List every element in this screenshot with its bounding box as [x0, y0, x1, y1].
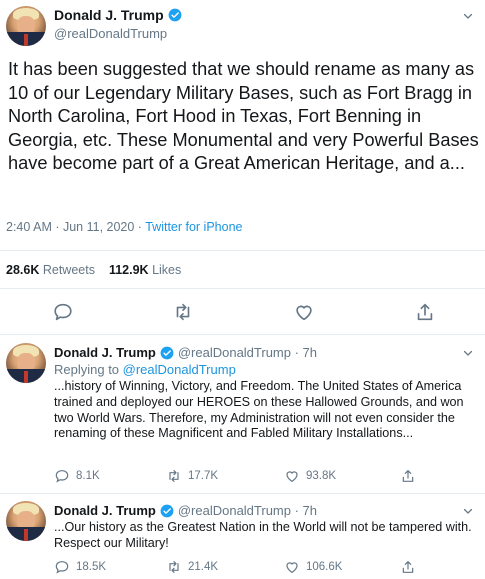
like-icon[interactable] [293, 301, 315, 323]
reply-actions: 8.1K 17.7K 93.8K [54, 468, 474, 486]
like-count: 106.6K [306, 561, 343, 573]
verified-badge-icon [160, 504, 174, 517]
reply-button[interactable]: 8.1K [54, 468, 100, 484]
divider [0, 250, 485, 251]
author-handle[interactable]: @realDonaldTrump · 7h [178, 345, 317, 360]
reply-icon [55, 470, 69, 483]
verified-badge-icon [160, 346, 174, 359]
chevron-down-icon[interactable] [462, 10, 474, 22]
author-name[interactable]: Donald J. Trump [54, 7, 164, 23]
replying-to-handle[interactable]: @realDonaldTrump [123, 362, 236, 377]
share-button[interactable] [400, 468, 416, 484]
like-icon [286, 562, 298, 574]
likes-stat[interactable]: 112.9K Likes [109, 263, 181, 277]
like-button[interactable]: 93.8K [284, 468, 336, 484]
retweet-icon [169, 561, 179, 573]
tweet-text: It has been suggested that we should ren… [8, 59, 479, 174]
share-button[interactable] [400, 559, 416, 575]
tweet-meta: 2:40 AM · Jun 11, 2020 · Twitter for iPh… [6, 220, 242, 234]
retweet-icon[interactable] [172, 301, 194, 323]
verified-badge-icon [168, 8, 182, 22]
reply-icon[interactable] [52, 301, 74, 323]
reply-icon [55, 561, 69, 574]
tweet-timestamp[interactable]: 2:40 AM · Jun 11, 2020 · [6, 220, 145, 234]
retweet-button[interactable]: 17.7K [166, 468, 218, 484]
divider [0, 334, 485, 335]
share-icon[interactable] [414, 301, 436, 323]
retweet-button[interactable]: 21.4K [166, 559, 218, 575]
reply-text: ...Our history as the Greatest Nation in… [54, 520, 472, 550]
share-icon [402, 470, 414, 482]
author-name[interactable]: Donald J. Trump [54, 345, 156, 360]
tweet-source-link[interactable]: Twitter for iPhone [145, 220, 242, 234]
chevron-down-icon[interactable] [462, 505, 474, 517]
author-name[interactable]: Donald J. Trump [54, 503, 156, 518]
like-button[interactable]: 106.6K [284, 559, 342, 575]
reply-count: 8.1K [76, 470, 100, 482]
author-name-row[interactable]: Donald J. Trump [54, 7, 182, 23]
reply-button[interactable]: 18.5K [54, 559, 106, 575]
reply-actions: 18.5K 21.4K 106.6K [54, 559, 474, 577]
reply-header: Donald J. Trump @realDonaldTrump · 7h [54, 503, 317, 518]
reply-header: Donald J. Trump @realDonaldTrump · 7h [54, 345, 317, 360]
like-icon [286, 471, 298, 483]
author-handle[interactable]: @realDonaldTrump · 7h [178, 503, 317, 518]
retweet-count: 21.4K [188, 561, 219, 573]
author-handle[interactable]: @realDonaldTrump [54, 26, 167, 41]
divider [0, 493, 485, 494]
retweets-stat[interactable]: 28.6K Retweets [6, 263, 95, 277]
retweet-icon [169, 470, 179, 482]
tweet-actions [0, 301, 485, 325]
divider [0, 288, 485, 289]
reply-count: 18.5K [76, 561, 107, 573]
avatar[interactable] [6, 6, 46, 46]
replying-to: Replying to @realDonaldTrump [54, 362, 236, 377]
reply-text: ...history of Winning, Victory, and Free… [54, 379, 464, 441]
share-icon [402, 561, 414, 573]
avatar[interactable] [6, 343, 46, 383]
avatar[interactable] [6, 501, 46, 541]
tweet-stats: 28.6K Retweets 112.9K Likes [6, 263, 181, 277]
like-count: 93.8K [306, 470, 337, 482]
chevron-down-icon[interactable] [462, 347, 474, 359]
retweet-count: 17.7K [188, 470, 219, 482]
